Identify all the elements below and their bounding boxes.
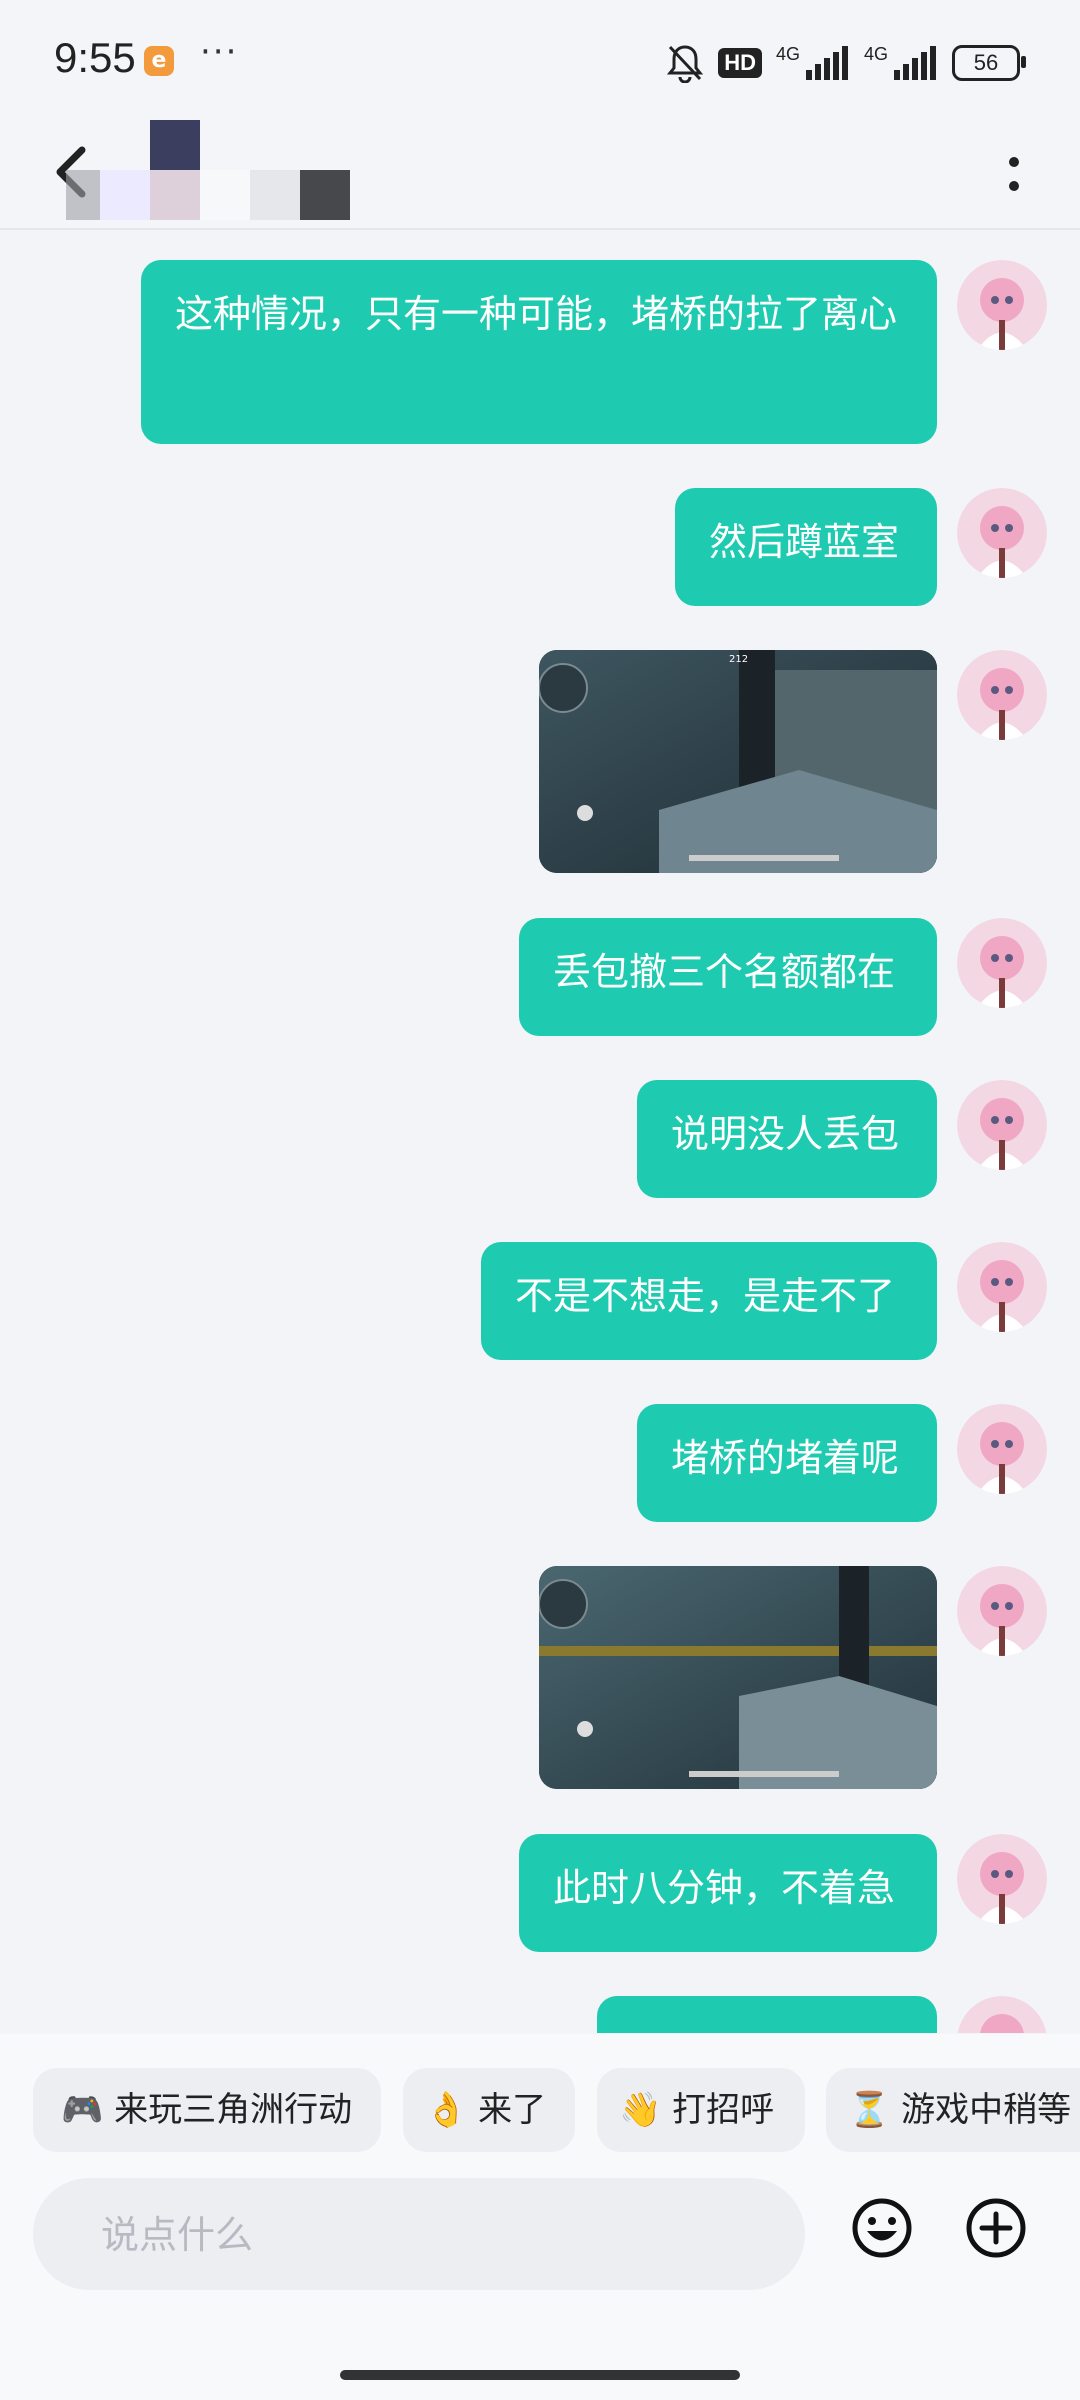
avatar[interactable] <box>957 1242 1047 1332</box>
ok-hand-icon: 👌 <box>425 2090 468 2130</box>
avatar[interactable] <box>957 1566 1047 1656</box>
status-bar: 9:55 e ··· HD 4G 4G 56 <box>0 0 1080 120</box>
network-label-1: 4G <box>775 43 800 64</box>
quick-reply-chip[interactable]: 👋 打招呼 <box>597 2068 805 2152</box>
avatar[interactable] <box>957 260 1047 350</box>
text-message-bubble[interactable]: 然后蹲蓝室 <box>675 488 937 606</box>
avatar[interactable] <box>957 1834 1047 1924</box>
home-indicator[interactable] <box>340 2370 740 2380</box>
hd-badge: HD <box>718 48 762 78</box>
quick-reply-chip[interactable]: ⏳ 游戏中稍等 <box>826 2068 1080 2152</box>
status-time: 9:55 <box>54 34 136 81</box>
text-message-bubble[interactable]: 堵桥的堵着呢 <box>637 1404 937 1522</box>
text-message-bubble[interactable]: 丢包撤三个名额都在 <box>519 918 937 1036</box>
more-notifications-icon: ··· <box>200 32 239 72</box>
quick-reply-chip[interactable]: 👌 来了 <box>403 2068 575 2152</box>
more-options-icon[interactable] <box>994 144 1034 204</box>
svg-text:212: 212 <box>729 654 748 665</box>
quick-reply-label: 来玩三角洲行动 <box>114 2090 353 2130</box>
partial-message-bubble[interactable] <box>597 1996 937 2033</box>
quick-reply-label: 游戏中稍等 <box>901 2090 1072 2130</box>
signal-icon-2 <box>894 46 936 80</box>
chat-header <box>0 120 1080 230</box>
text-message-bubble[interactable]: 说明没人丢包 <box>637 1080 937 1198</box>
battery-icon: 56 <box>952 45 1026 81</box>
game-controller-icon: 🎮 <box>61 2090 104 2130</box>
signal-icon-1 <box>805 46 848 80</box>
game-screenshot-image[interactable]: 212 <box>539 650 937 873</box>
status-icons: HD 4G 4G 56 <box>666 40 1026 86</box>
mute-bell-icon <box>667 45 704 83</box>
avatar[interactable] <box>957 488 1047 578</box>
avatar[interactable] <box>957 1404 1047 1494</box>
quick-reply-chip[interactable]: 🎮 来玩三角洲行动 <box>33 2068 381 2152</box>
avatar[interactable] <box>957 650 1047 740</box>
waving-hand-icon: 👋 <box>619 2090 662 2130</box>
text-message-bubble[interactable]: 此时八分钟，不着急 <box>519 1834 937 1952</box>
network-label-2: 4G <box>863 43 888 64</box>
quick-reply-bar: 🎮 来玩三角洲行动 👌 来了 👋 打招呼 ⏳ 游戏中稍等 <box>0 2034 1080 2164</box>
quick-reply-label: 来了 <box>478 2090 547 2130</box>
notification-badge: e <box>144 46 174 76</box>
text-message-bubble[interactable]: 不是不想走，是走不了 <box>481 1242 937 1360</box>
hourglass-icon: ⏳ <box>848 2090 891 2130</box>
quick-reply-label: 打招呼 <box>672 2090 775 2130</box>
avatar[interactable] <box>957 1080 1047 1170</box>
add-attachment-icon[interactable] <box>964 2196 1028 2260</box>
chat-message-list[interactable]: 这种情况，只有一种可能，堵桥的拉了离心 然后蹲蓝室 212 丢包撤三个名额都在 … <box>0 230 1080 2033</box>
avatar[interactable] <box>957 918 1047 1008</box>
message-input-area <box>0 2164 1080 2400</box>
message-input-container[interactable] <box>33 2178 805 2292</box>
text-message-bubble[interactable]: 这种情况，只有一种可能，堵桥的拉了离心 <box>141 260 937 444</box>
message-input[interactable] <box>99 2178 783 2292</box>
emoji-icon[interactable] <box>850 2196 914 2260</box>
game-screenshot-image[interactable] <box>539 1566 937 1789</box>
avatar[interactable] <box>957 1996 1047 2033</box>
